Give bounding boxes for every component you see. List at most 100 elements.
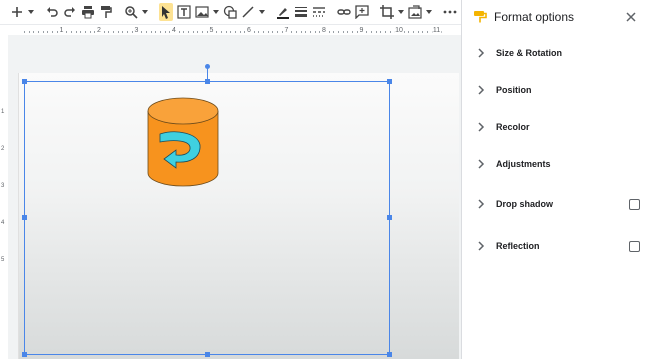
- crop-icon[interactable]: [380, 3, 394, 21]
- ruler-tick: [375, 31, 377, 33]
- ruler-tick: [89, 31, 91, 33]
- zoom-dropdown-chevron-icon[interactable]: [142, 3, 148, 21]
- line-dropdown-chevron-icon[interactable]: [259, 3, 265, 21]
- toolbar: [0, 0, 476, 24]
- ruler-number: 11: [431, 26, 442, 35]
- ruler-number: 10: [394, 26, 404, 35]
- panel-title: Format options: [494, 10, 575, 24]
- select-icon[interactable]: [159, 3, 173, 21]
- vertical-ruler-number: 4: [1, 220, 5, 226]
- vertical-ruler-number: 5: [1, 257, 5, 263]
- ruler-tick: [80, 31, 82, 33]
- chevron-right-icon: [478, 48, 485, 58]
- section-drop-shadow[interactable]: Drop shadow: [462, 193, 650, 215]
- reflection-checkbox[interactable]: [629, 240, 640, 252]
- vertical-ruler-number: 2: [1, 146, 5, 152]
- ruler-tick: [52, 31, 54, 33]
- more-icon[interactable]: [443, 3, 457, 21]
- paint-format-icon[interactable]: [99, 3, 113, 21]
- close-icon[interactable]: [624, 10, 638, 24]
- section-position[interactable]: Position: [462, 79, 650, 101]
- ruler-tick: [441, 31, 443, 33]
- ruler-tick: [122, 31, 124, 33]
- ruler-tick: [230, 31, 232, 33]
- ruler-number: 9: [358, 26, 365, 35]
- resize-handle-bottom-right[interactable]: [387, 352, 392, 357]
- ruler-tick: [417, 31, 419, 33]
- ruler-tick: [117, 31, 119, 33]
- ruler-tick: [370, 31, 372, 33]
- ruler-tick: [263, 31, 265, 33]
- redo-icon[interactable]: [63, 3, 77, 21]
- vertical-ruler-number: 1: [1, 109, 5, 115]
- section-adjustments[interactable]: Adjustments: [462, 153, 650, 175]
- format-options-panel: Format options Size & Rotation Position …: [461, 0, 650, 359]
- border-weight-icon[interactable]: [294, 3, 308, 21]
- add-icon[interactable]: [10, 3, 24, 21]
- chevron-right-icon: [478, 85, 485, 95]
- link-icon[interactable]: [337, 3, 351, 21]
- zoom-icon[interactable]: [124, 3, 138, 21]
- ruler-tick: [366, 31, 368, 33]
- ruler-tick: [384, 31, 386, 33]
- ruler-tick: [103, 31, 105, 33]
- ruler-tick: [234, 31, 236, 33]
- vertical-ruler[interactable]: 1 2 3 4 5: [0, 35, 8, 359]
- section-recolor[interactable]: Recolor: [462, 116, 650, 138]
- ruler-tick: [413, 31, 415, 33]
- image-dropdown-chevron-icon[interactable]: [213, 3, 219, 21]
- add-dropdown-chevron-icon[interactable]: [28, 3, 34, 21]
- text-box-icon[interactable]: [177, 3, 191, 21]
- ruler-tick: [291, 31, 293, 33]
- undo-icon[interactable]: [45, 3, 59, 21]
- resize-handle-top-left[interactable]: [22, 79, 27, 84]
- comment-icon[interactable]: [355, 3, 369, 21]
- border-color-icon[interactable]: [276, 3, 290, 21]
- image-icon[interactable]: [195, 3, 209, 21]
- ruler-tick: [305, 31, 307, 33]
- ruler-tick: [347, 31, 349, 33]
- ruler-tick: [342, 31, 344, 33]
- ruler-tick: [127, 31, 129, 33]
- rotation-handle[interactable]: [205, 64, 210, 69]
- resize-handle-top-right[interactable]: [387, 79, 392, 84]
- ruler-tick: [28, 31, 30, 33]
- ruler-tick: [300, 31, 302, 33]
- replace-image-dropdown-chevron-icon[interactable]: [426, 3, 432, 21]
- ruler-track: 1 2 3 4 5 6 7 8 9 10 11: [19, 26, 459, 35]
- chevron-right-icon: [478, 241, 485, 251]
- ruler-tick: [24, 31, 25, 33]
- paint-roller-icon: [474, 11, 487, 23]
- border-dash-icon[interactable]: [312, 3, 326, 21]
- section-reflection[interactable]: Reflection: [462, 235, 650, 257]
- panel-header: Format options: [462, 0, 650, 34]
- replace-image-icon[interactable]: [408, 3, 422, 21]
- ruler-tick: [188, 31, 190, 33]
- chevron-right-icon: [478, 199, 485, 209]
- shape-icon[interactable]: [223, 3, 237, 21]
- cylinder-arrow-image[interactable]: [146, 97, 220, 189]
- slide-canvas[interactable]: [8, 35, 461, 359]
- horizontal-ruler[interactable]: 1 2 3 4 5 6 7 8 9 10 11: [0, 24, 461, 35]
- ruler-tick: [239, 31, 241, 33]
- resize-handle-bottom[interactable]: [205, 352, 210, 357]
- ruler-tick: [314, 31, 316, 33]
- ruler-tick: [272, 31, 274, 33]
- section-size-rotation[interactable]: Size & Rotation: [462, 42, 650, 64]
- ruler-tick: [66, 31, 68, 33]
- drop-shadow-checkbox[interactable]: [629, 198, 640, 210]
- chevron-right-icon: [478, 159, 485, 169]
- ruler-tick: [277, 31, 279, 33]
- resize-handle-bottom-left[interactable]: [22, 352, 27, 357]
- ruler-tick: [75, 31, 77, 33]
- resize-handle-top[interactable]: [205, 79, 210, 84]
- crop-dropdown-chevron-icon[interactable]: [398, 3, 404, 21]
- ruler-tick: [145, 31, 147, 33]
- line-icon[interactable]: [241, 3, 255, 21]
- resize-handle-right[interactable]: [387, 215, 392, 220]
- ruler-tick: [338, 31, 340, 33]
- resize-handle-left[interactable]: [22, 215, 27, 220]
- ruler-tick: [164, 31, 166, 33]
- ruler-tick: [267, 31, 269, 33]
- print-icon[interactable]: [81, 3, 95, 21]
